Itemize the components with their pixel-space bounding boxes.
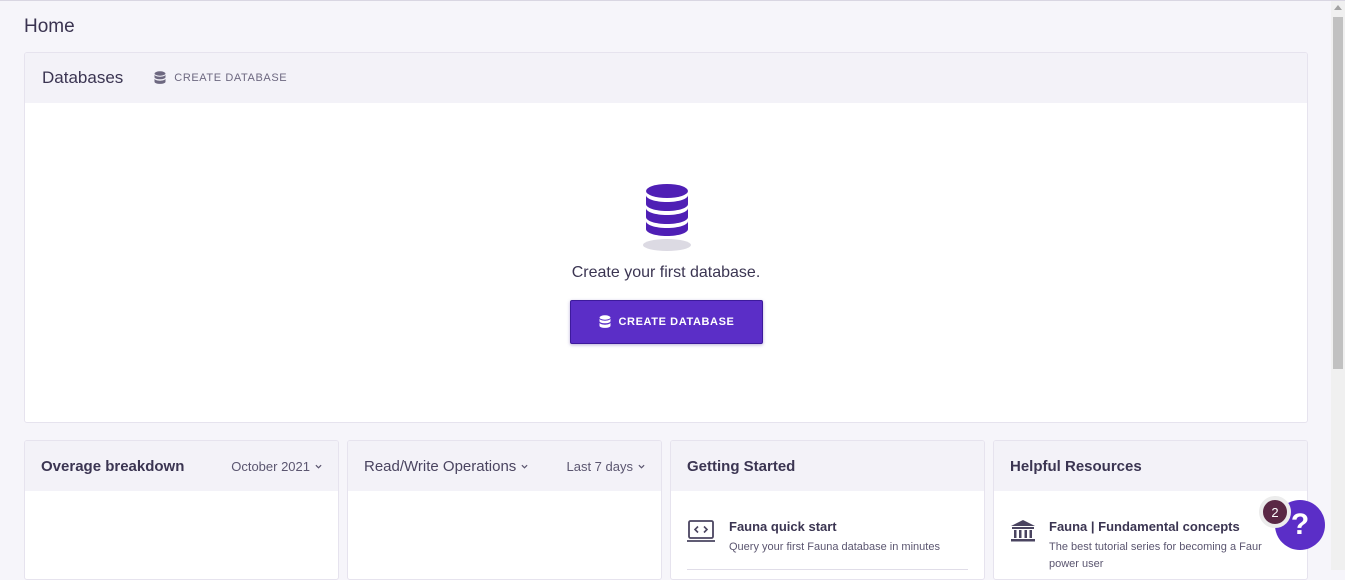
scroll-up-arrow-icon[interactable]: [1334, 5, 1342, 10]
empty-state-message: Create your first database.: [571, 264, 761, 281]
panel-header: Helpful Resources: [994, 441, 1307, 491]
databases-card-title: Databases: [42, 68, 124, 87]
chevron-down-icon: [315, 464, 322, 469]
overage-breakdown-panel: Overage breakdown October 2021: [24, 440, 339, 580]
database-icon: [154, 71, 166, 84]
help-question-icon: ?: [1290, 508, 1310, 541]
month-dropdown[interactable]: October 2021: [231, 459, 322, 474]
databases-card-header: Databases CREATE DATABASE: [25, 53, 1307, 103]
page-title: Home: [24, 16, 75, 37]
operations-dropdown[interactable]: Read/Write Operations: [364, 458, 528, 475]
databases-empty-state: Create your first database. CREATE DATAB…: [25, 103, 1307, 422]
panel-title: Getting Started: [687, 457, 796, 475]
bank-icon: [1011, 520, 1035, 542]
resource-title: Fauna | Fundamental concepts: [1049, 519, 1240, 534]
panel-header: Read/Write Operations Last 7 days: [348, 441, 661, 491]
chevron-down-icon: [521, 464, 528, 469]
create-database-link-label: CREATE DATABASE: [174, 72, 288, 84]
top-border: [0, 0, 1345, 1]
panel-header: Getting Started: [671, 441, 984, 491]
resource-description: Query your first Fauna database in minut…: [729, 541, 940, 553]
create-database-button-label: CREATE DATABASE: [618, 316, 735, 328]
resource-description: The best tutorial series for becoming a …: [1049, 541, 1262, 570]
create-database-button[interactable]: CREATE DATABASE: [570, 300, 763, 344]
month-dropdown-value: October 2021: [231, 458, 310, 474]
scrollbar-thumb[interactable]: [1333, 17, 1343, 369]
range-dropdown[interactable]: Last 7 days: [567, 459, 646, 474]
range-dropdown-value: Last 7 days: [566, 458, 634, 474]
read-write-operations-panel: Read/Write Operations Last 7 days: [347, 440, 662, 580]
code-window-icon: [687, 520, 715, 542]
resource-title: Fauna quick start: [729, 519, 837, 534]
database-illustration-icon: [643, 184, 691, 251]
panel-title: Overage breakdown: [41, 457, 185, 475]
panel-title: Helpful Resources: [1010, 457, 1142, 475]
panel-title: Read/Write Operations: [364, 457, 517, 475]
databases-card: Databases CREATE DATABASE Create your fi…: [24, 52, 1308, 423]
fundamental-concepts-link[interactable]: Fauna | Fundamental concepts The best tu…: [1010, 519, 1300, 573]
vertical-scrollbar[interactable]: [1331, 1, 1345, 570]
database-icon: [599, 315, 611, 328]
getting-started-panel: Getting Started Fauna quick start Query …: [670, 440, 985, 580]
chevron-down-icon: [638, 464, 645, 469]
notification-badge: 2: [1259, 496, 1291, 528]
quick-start-link[interactable]: Fauna quick start Query your first Fauna…: [687, 519, 977, 556]
create-database-link[interactable]: CREATE DATABASE: [154, 71, 287, 85]
panel-header: Overage breakdown October 2021: [25, 441, 338, 491]
